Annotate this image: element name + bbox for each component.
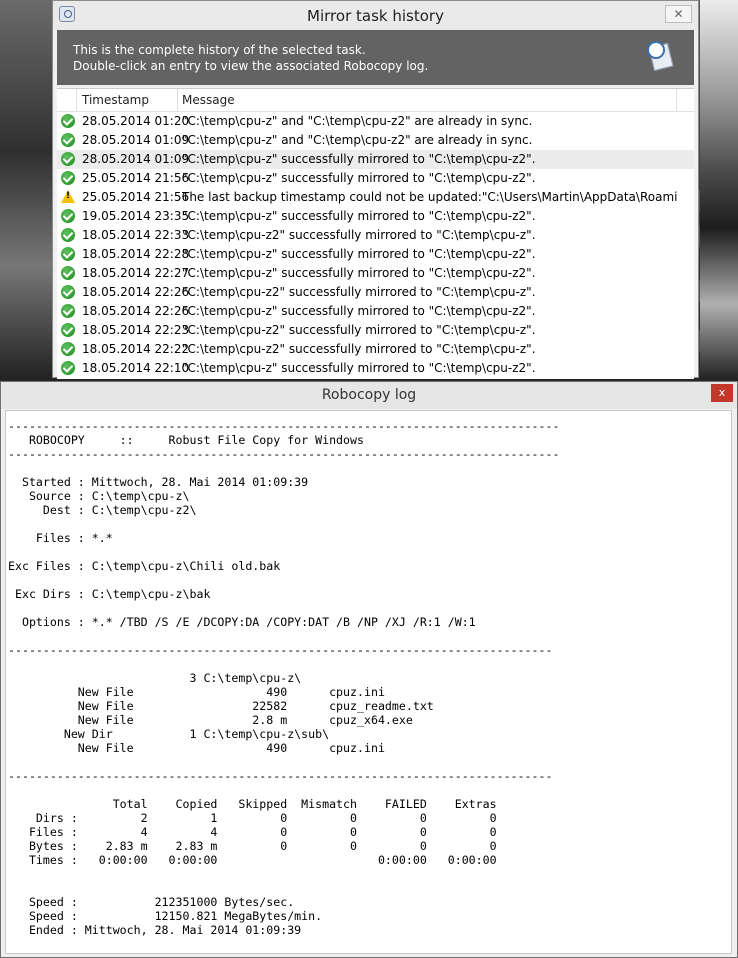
row-message: "C:\temp\cpu-z" and "C:\temp\cpu-z2" are… xyxy=(182,133,533,147)
row-timestamp: 18.05.2014 22:33 xyxy=(82,228,190,242)
history-row[interactable]: 18.05.2014 22:33 "C:\temp\cpu-z2" success… xyxy=(57,226,694,245)
row-message: "C:\temp\cpu-z" successfully mirrored to… xyxy=(182,152,536,166)
success-check-icon xyxy=(61,228,75,242)
info-banner: This is the complete history of the sele… xyxy=(57,30,694,85)
success-check-icon xyxy=(61,266,75,280)
log-close-button[interactable]: x xyxy=(711,384,733,402)
success-check-icon xyxy=(61,209,75,223)
column-header-timestamp[interactable]: Timestamp xyxy=(82,93,149,107)
robocopy-log-window: Robocopy log x -------------------------… xyxy=(0,381,738,958)
close-button[interactable]: ✕ xyxy=(665,5,692,23)
desktop-wallpaper-left xyxy=(0,0,52,380)
success-check-icon xyxy=(61,323,75,337)
window-title: Mirror task history xyxy=(307,7,444,25)
row-timestamp: 18.05.2014 22:28 xyxy=(82,247,190,261)
success-check-icon xyxy=(61,152,75,166)
log-text-area[interactable]: ----------------------------------------… xyxy=(5,410,732,954)
warning-icon xyxy=(61,190,75,203)
history-row[interactable]: 18.05.2014 22:22 "C:\temp\cpu-z2" success… xyxy=(57,340,694,359)
mirror-task-history-window: Mirror task history ✕ This is the comple… xyxy=(52,0,699,379)
row-message: "C:\temp\cpu-z2" successfully mirrored t… xyxy=(182,323,536,337)
table-header: Timestamp Message xyxy=(57,89,694,112)
row-timestamp: 25.05.2014 21:56 xyxy=(82,171,190,185)
row-message: "C:\temp\cpu-z" successfully mirrored to… xyxy=(182,247,536,261)
success-check-icon xyxy=(61,361,75,375)
success-check-icon xyxy=(61,285,75,299)
log-title-bar[interactable]: Robocopy log x xyxy=(1,382,737,409)
history-row[interactable]: 25.05.2014 21:56The last backup timestam… xyxy=(57,188,694,207)
row-timestamp: 28.05.2014 01:09 xyxy=(82,133,190,147)
history-scroll-icon xyxy=(645,39,675,72)
row-message: "C:\temp\cpu-z" successfully mirrored to… xyxy=(182,171,536,185)
row-message: "C:\temp\cpu-z2" successfully mirrored t… xyxy=(182,342,536,356)
history-table: Timestamp Message 28.05.2014 01:20 "C:\te… xyxy=(57,88,694,379)
row-timestamp: 28.05.2014 01:09 xyxy=(82,152,190,166)
row-timestamp: 18.05.2014 22:27 xyxy=(82,266,190,280)
history-rows: 28.05.2014 01:20 "C:\temp\cpu-z" and "C:\… xyxy=(57,112,694,378)
row-message: "C:\temp\cpu-z" successfully mirrored to… xyxy=(182,361,536,375)
row-timestamp: 18.05.2014 22:22 xyxy=(82,342,190,356)
row-timestamp: 28.05.2014 01:20 xyxy=(82,114,190,128)
history-row[interactable]: 28.05.2014 01:09 "C:\temp\cpu-z" successf… xyxy=(57,150,694,169)
row-timestamp: 18.05.2014 22:26 xyxy=(82,285,190,299)
row-timestamp: 19.05.2014 23:35 xyxy=(82,209,190,223)
row-message: "C:\temp\cpu-z2" successfully mirrored t… xyxy=(182,285,536,299)
history-row[interactable]: 18.05.2014 22:28 "C:\temp\cpu-z" successf… xyxy=(57,245,694,264)
history-row[interactable]: 18.05.2014 22:10 "C:\temp\cpu-z" successf… xyxy=(57,359,694,378)
log-window-title: Robocopy log xyxy=(321,387,417,403)
row-timestamp: 18.05.2014 22:26 xyxy=(82,304,190,318)
success-check-icon xyxy=(61,114,75,128)
row-message: "C:\temp\cpu-z2" successfully mirrored t… xyxy=(182,228,536,242)
row-message: "C:\temp\cpu-z" successfully mirrored to… xyxy=(182,209,536,223)
row-message: The last backup timestamp could not be u… xyxy=(182,190,677,204)
row-timestamp: 18.05.2014 22:23 xyxy=(82,323,190,337)
history-row[interactable]: 18.05.2014 22:26 "C:\temp\cpu-z" successf… xyxy=(57,302,694,321)
history-row[interactable]: 19.05.2014 23:35 "C:\temp\cpu-z" successf… xyxy=(57,207,694,226)
title-bar[interactable]: Mirror task history ✕ xyxy=(53,1,698,30)
banner-line-2: Double-click an entry to view the associ… xyxy=(73,59,429,73)
row-message: "C:\temp\cpu-z" successfully mirrored to… xyxy=(182,266,536,280)
row-message: "C:\temp\cpu-z" and "C:\temp\cpu-z2" are… xyxy=(182,114,533,128)
success-check-icon xyxy=(61,304,75,318)
desktop-wallpaper-right xyxy=(700,0,738,380)
history-row[interactable]: 28.05.2014 01:20 "C:\temp\cpu-z" and "C:\… xyxy=(57,112,694,131)
success-check-icon xyxy=(61,247,75,261)
success-check-icon xyxy=(61,171,75,185)
row-timestamp: 25.05.2014 21:56 xyxy=(82,190,190,204)
success-check-icon xyxy=(61,342,75,356)
row-message: "C:\temp\cpu-z" successfully mirrored to… xyxy=(182,304,536,318)
history-row[interactable]: 25.05.2014 21:56 "C:\temp\cpu-z" successf… xyxy=(57,169,694,188)
history-row[interactable]: 28.05.2014 01:09 "C:\temp\cpu-z" and "C:\… xyxy=(57,131,694,150)
row-timestamp: 18.05.2014 22:10 xyxy=(82,361,190,375)
banner-line-1: This is the complete history of the sele… xyxy=(73,43,366,57)
history-row[interactable]: 18.05.2014 22:26 "C:\temp\cpu-z2" success… xyxy=(57,283,694,302)
history-row[interactable]: 18.05.2014 22:23 "C:\temp\cpu-z2" success… xyxy=(57,321,694,340)
success-check-icon xyxy=(61,133,75,147)
log-content: ----------------------------------------… xyxy=(8,419,560,937)
column-header-message[interactable]: Message xyxy=(182,93,235,107)
history-row[interactable]: 18.05.2014 22:27 "C:\temp\cpu-z" successf… xyxy=(57,264,694,283)
